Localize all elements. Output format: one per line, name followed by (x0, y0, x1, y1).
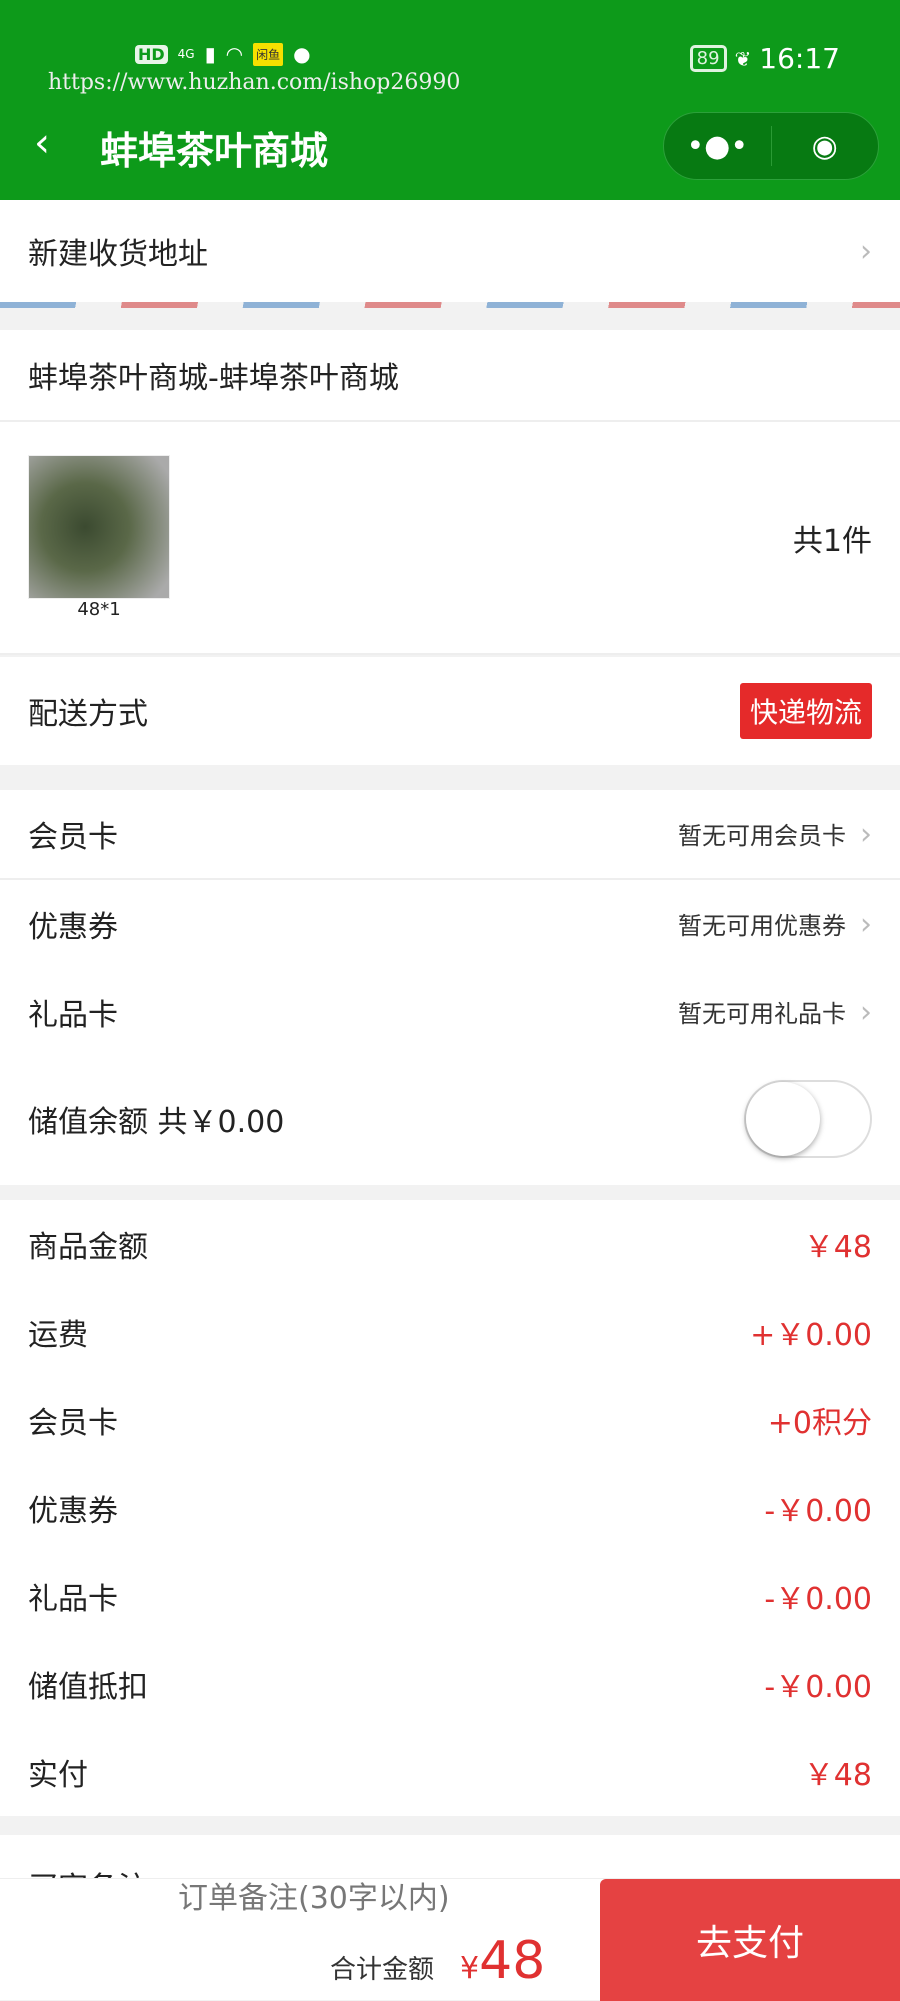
remark-input[interactable]: 订单备注(30字以内) (178, 1873, 450, 1917)
option-label: 会员卡 (28, 820, 118, 855)
mini-program-capsule: •●• ◉ (663, 112, 879, 180)
summary-value: -￥0.00 (764, 1582, 872, 1617)
summary-row: 运费 +￥0.00 (0, 1288, 900, 1376)
total-label: 合计金额 (330, 1955, 435, 1985)
clock: 16:17 (759, 42, 840, 75)
summary-label: 会员卡 (28, 1406, 118, 1441)
xianyu-icon: 闲鱼 (253, 42, 284, 66)
option-label: 优惠券 (28, 910, 118, 945)
summary-value: ￥48 (803, 1230, 872, 1265)
summary-row: 储值抵扣 -￥0.00 (0, 1640, 900, 1728)
network-icon: 4G (177, 47, 195, 61)
summary-label: 储值抵扣 (28, 1670, 148, 1705)
coupon-row[interactable]: 优惠券 暂无可用优惠券 › (0, 880, 900, 968)
balance-row: 储值余额 共￥0.00 (0, 1056, 900, 1182)
price-summary: 商品金额 ￥48 运费 +￥0.00 会员卡 +0积分 优惠券 -￥0.00 礼品卡 -￥… (0, 1200, 900, 1816)
summary-value: ￥48 (803, 1758, 872, 1793)
summary-label: 礼品卡 (28, 1582, 118, 1617)
leaf-icon: ❦ (734, 46, 752, 71)
new-address-row[interactable]: 新建收货地址 › (0, 200, 900, 302)
total-value: 48 (479, 1931, 546, 1991)
gift-card-row[interactable]: 礼品卡 暂无可用礼品卡 › (0, 968, 900, 1056)
header: HD 4G ▮ ◠ 闲鱼 ● 89 ❦ 16:17 https://www.hu… (0, 0, 900, 200)
discount-section: 会员卡 暂无可用会员卡 › 优惠券 暂无可用优惠券 › 礼品卡 暂无可用礼品卡 › 储… (0, 790, 900, 1185)
more-dots-icon[interactable]: •●• (664, 129, 771, 164)
address-label: 新建收货地址 (28, 237, 208, 272)
watermark: https://www.huzhan.com/ishop26990 (48, 70, 461, 95)
option-value: 暂无可用礼品卡 (678, 1000, 846, 1028)
product-image (28, 455, 170, 599)
summary-row: 优惠券 -￥0.00 (0, 1464, 900, 1552)
chevron-right-icon: › (860, 233, 872, 269)
total-amount: ¥48 (460, 1931, 545, 1991)
summary-value: +0积分 (767, 1406, 872, 1441)
summary-row: 会员卡 +0积分 (0, 1376, 900, 1464)
page-title: 蚌埠茶叶商城 (100, 129, 329, 173)
status-bar-right: 89 ❦ 16:17 (689, 42, 840, 75)
summary-value: +￥0.00 (750, 1318, 872, 1353)
summary-label: 商品金额 (28, 1230, 148, 1265)
hd-icon: HD (135, 44, 168, 64)
item-count: 共1件 (792, 523, 872, 559)
product-row[interactable]: 48*1 共1件 (0, 422, 900, 655)
chevron-right-icon: › (860, 907, 872, 942)
address-stripe (0, 302, 900, 308)
summary-row: 实付 ￥48 (0, 1728, 900, 1816)
chevron-left-icon[interactable]: ‹ (34, 120, 50, 166)
target-icon[interactable]: ◉ (772, 129, 879, 164)
chevron-right-icon: › (860, 995, 872, 1030)
wechat-icon: ● (293, 42, 311, 66)
currency-symbol: ¥ (460, 1951, 480, 1986)
status-bar-left: HD 4G ▮ ◠ 闲鱼 ● (135, 42, 311, 66)
balance-label: 储值余额 共￥0.00 (28, 1105, 285, 1140)
balance-toggle[interactable] (744, 1080, 872, 1158)
toggle-knob (746, 1082, 820, 1156)
chevron-right-icon: › (860, 817, 872, 852)
summary-value: -￥0.00 (764, 1670, 872, 1705)
wifi-icon: ◠ (225, 42, 244, 66)
total: 合计金额 ¥48 (330, 1931, 545, 1991)
summary-label: 实付 (28, 1758, 88, 1793)
option-value: 暂无可用优惠券 (678, 912, 846, 940)
store-row: 蚌埠茶叶商城-蚌埠茶叶商城 (0, 330, 900, 422)
member-card-row[interactable]: 会员卡 暂无可用会员卡 › (0, 790, 900, 880)
option-label: 礼品卡 (28, 998, 118, 1033)
summary-row: 商品金额 ￥48 (0, 1200, 900, 1288)
store-name: 蚌埠茶叶商城-蚌埠茶叶商城 (28, 361, 399, 396)
order-goods-section: 蚌埠茶叶商城-蚌埠茶叶商城 48*1 共1件 (0, 330, 900, 655)
pay-button[interactable]: 去支付 (600, 1879, 900, 2001)
delivery-method-badge[interactable]: 快递物流 (739, 683, 872, 739)
product-price-qty: 48*1 (77, 599, 121, 620)
delivery-label: 配送方式 (28, 697, 148, 732)
summary-row: 礼品卡 -￥0.00 (0, 1552, 900, 1640)
signal-icon: ▮ (204, 42, 216, 66)
delivery-row: 配送方式 快递物流 (0, 657, 900, 765)
summary-label: 运费 (28, 1318, 88, 1353)
summary-label: 优惠券 (28, 1494, 118, 1529)
battery-icon: 89 (689, 45, 727, 72)
option-value: 暂无可用会员卡 (678, 822, 846, 850)
checkout-bar: 订单备注(30字以内) 合计金额 ¥48 去支付 (0, 1878, 900, 2001)
summary-value: -￥0.00 (764, 1494, 872, 1529)
